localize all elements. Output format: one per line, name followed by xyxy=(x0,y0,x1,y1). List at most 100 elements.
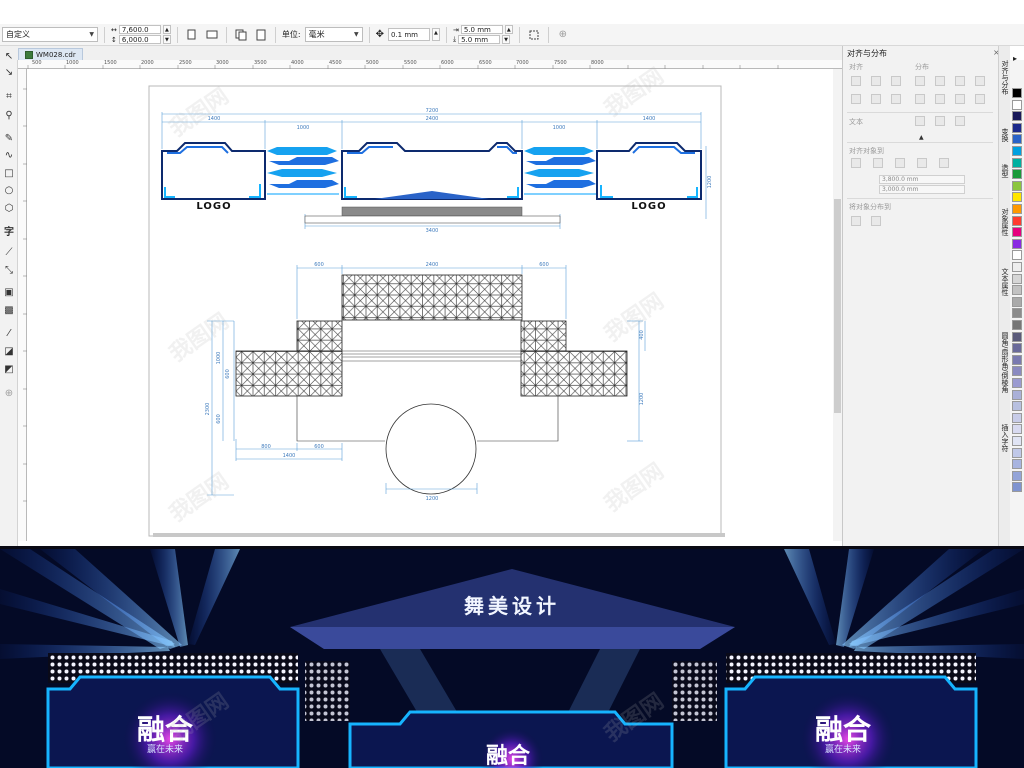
palette-swatch[interactable] xyxy=(1012,169,1022,180)
palette-swatch[interactable] xyxy=(1012,424,1022,435)
connector-tool-button[interactable]: ⤡ xyxy=(1,263,17,278)
align-y-input[interactable]: 3,000.0 mm xyxy=(879,185,965,194)
palette-swatch[interactable] xyxy=(1012,273,1022,284)
align-left-icon[interactable] xyxy=(851,76,861,86)
vtab-shaping[interactable]: 造型 xyxy=(1000,164,1010,178)
vertical-scrollbar[interactable] xyxy=(833,69,842,541)
vtab-align-distribute[interactable]: 对齐与分布 xyxy=(1000,60,1010,95)
vtab-transform[interactable]: 变换 xyxy=(1000,128,1010,142)
distribute-space-v-icon[interactable] xyxy=(975,94,985,104)
vtab-text-properties[interactable]: 文本属性 xyxy=(1000,268,1010,296)
palette-swatch[interactable] xyxy=(1012,308,1022,319)
align-center-h-icon[interactable] xyxy=(871,76,881,86)
zoom-tool-button[interactable]: ⚲ xyxy=(1,108,17,123)
page-frame-button[interactable] xyxy=(526,27,542,43)
palette-swatch[interactable] xyxy=(1012,470,1022,481)
align-right-icon[interactable] xyxy=(891,76,901,86)
smart-fill-tool-button[interactable]: ◩ xyxy=(1,362,17,377)
palette-swatch[interactable] xyxy=(1012,389,1022,400)
palette-swatch[interactable] xyxy=(1012,238,1022,249)
palette-arrow-icon[interactable]: ▸ xyxy=(1013,54,1017,63)
text-tool-button[interactable]: 字 xyxy=(1,223,17,238)
align-to-page-center-icon[interactable] xyxy=(895,158,905,168)
vtab-insert-character[interactable]: 插入字符 xyxy=(1000,424,1010,452)
palette-swatch[interactable] xyxy=(1012,285,1022,296)
duplicate-y-input[interactable]: 5.0 mm xyxy=(458,35,501,44)
palette-swatch[interactable] xyxy=(1012,134,1022,145)
align-to-page-edge-icon[interactable] xyxy=(873,158,883,168)
shadow-tool-button[interactable]: ▣ xyxy=(1,285,17,300)
distribute-to-selection-icon[interactable] xyxy=(851,216,861,226)
text-bbox-icon[interactable] xyxy=(955,116,965,126)
interactive-fill-tool-button[interactable]: ◪ xyxy=(1,344,17,359)
palette-swatch[interactable] xyxy=(1012,482,1022,493)
palette-swatch[interactable] xyxy=(1012,192,1022,203)
page-width-input[interactable]: 7,600.0 mm xyxy=(118,25,161,42)
align-center-v-icon[interactable] xyxy=(871,94,881,104)
palette-swatch[interactable] xyxy=(1012,250,1022,261)
crop-tool-button[interactable]: ⌗ xyxy=(1,89,17,104)
palette-swatch[interactable] xyxy=(1012,122,1022,133)
add-tool-button[interactable]: ⊕ xyxy=(1,386,17,401)
polygon-tool-button[interactable]: ⬡ xyxy=(1,201,17,216)
parallel-dimension-tool-button[interactable]: ⟋ xyxy=(1,245,17,260)
pick-tool-button[interactable]: ↖ xyxy=(1,49,17,64)
text-last-line-icon[interactable] xyxy=(935,116,945,126)
palette-swatch[interactable] xyxy=(1012,412,1022,423)
palette-swatch[interactable] xyxy=(1012,401,1022,412)
palette-swatch[interactable] xyxy=(1012,180,1022,191)
palette-swatch[interactable] xyxy=(1012,88,1022,98)
vtab-fillet-scallop-chamfer[interactable]: 圆角/扇形角/倒棱角 xyxy=(1000,332,1010,393)
distribute-left-icon[interactable] xyxy=(915,76,925,86)
document-tab[interactable]: WM028.cdr xyxy=(18,48,83,60)
shape-tool-button[interactable]: ↘ xyxy=(1,65,17,80)
palette-swatch[interactable] xyxy=(1012,262,1022,272)
transparency-tool-button[interactable]: ▩ xyxy=(1,303,17,318)
nudge-spinner[interactable]: ▲ xyxy=(431,28,440,41)
palette-swatch[interactable] xyxy=(1012,215,1022,226)
portrait-button[interactable] xyxy=(184,27,200,43)
palette-swatch[interactable] xyxy=(1012,99,1022,110)
align-to-point-icon[interactable] xyxy=(939,158,949,168)
palette-swatch[interactable] xyxy=(1012,320,1022,330)
palette-swatch[interactable] xyxy=(1012,204,1022,214)
horizontal-ruler[interactable]: 500 1000 1500 2000 2500 3000 3500 4000 4… xyxy=(18,60,842,69)
palette-swatch[interactable] xyxy=(1012,331,1022,342)
palette-swatch[interactable] xyxy=(1012,447,1022,458)
page-height-input[interactable]: 6,000.0 mm xyxy=(118,35,161,52)
eyedropper-tool-button[interactable]: ⁄ xyxy=(1,326,17,341)
distribute-to-page-icon[interactable] xyxy=(871,216,881,226)
distribute-right-icon[interactable] xyxy=(955,76,965,86)
palette-swatch[interactable] xyxy=(1012,157,1022,168)
freehand-tool-button[interactable]: ✎ xyxy=(1,131,17,146)
height-spinner[interactable]: ▼ xyxy=(162,35,171,44)
rectangle-tool-button[interactable]: □ xyxy=(1,166,17,181)
scrollbar-thumb[interactable] xyxy=(834,199,841,413)
palette-swatch[interactable] xyxy=(1012,111,1022,122)
align-to-grid-icon[interactable] xyxy=(917,158,927,168)
align-top-icon[interactable] xyxy=(851,94,861,104)
palette-swatch[interactable] xyxy=(1012,146,1022,156)
landscape-button[interactable] xyxy=(204,27,220,43)
palette-swatch[interactable] xyxy=(1012,296,1022,307)
duplicate-x-input[interactable]: 5.0 mm xyxy=(460,25,503,34)
distribute-top-icon[interactable] xyxy=(915,94,925,104)
all-pages-button[interactable] xyxy=(233,27,249,43)
vtab-object-properties[interactable]: 对象属性 xyxy=(1000,208,1010,236)
text-first-line-icon[interactable] xyxy=(915,116,925,126)
width-spinner[interactable]: ▲ xyxy=(162,25,171,34)
align-x-input[interactable]: 3,800.0 mm xyxy=(879,175,965,184)
collapse-arrow-icon[interactable]: ▲ xyxy=(919,134,924,141)
align-to-active-icon[interactable] xyxy=(851,158,861,168)
drawing-canvas[interactable]: 7200 1400 1000 2400 1000 1400 1200 3400 … xyxy=(27,69,833,541)
distribute-middle-icon[interactable] xyxy=(935,94,945,104)
palette-swatch[interactable] xyxy=(1012,436,1022,446)
palette-swatch[interactable] xyxy=(1012,459,1022,470)
palette-swatch[interactable] xyxy=(1012,343,1022,354)
palette-swatch[interactable] xyxy=(1012,378,1022,388)
dup-x-spinner[interactable]: ▲ xyxy=(504,25,513,34)
artistic-media-tool-button[interactable]: ∿ xyxy=(1,148,17,163)
dup-y-spinner[interactable]: ▼ xyxy=(502,35,511,44)
distribute-space-h-icon[interactable] xyxy=(975,76,985,86)
vertical-ruler[interactable] xyxy=(18,69,27,541)
